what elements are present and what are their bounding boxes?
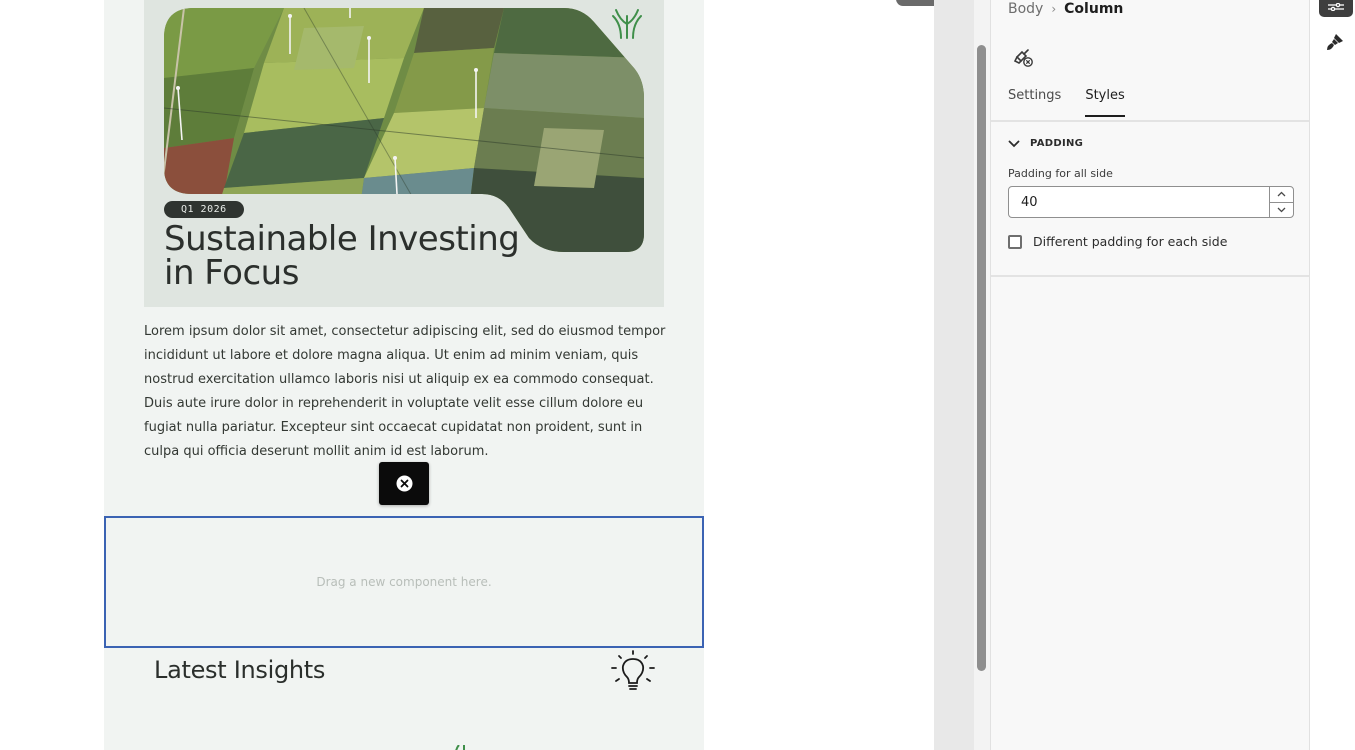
tab-styles[interactable]: Styles	[1085, 88, 1125, 117]
editor-canvas: Q1 2026 Sustainable Investing in Focus L…	[0, 0, 948, 750]
right-rail	[1311, 0, 1355, 750]
padding-field-label: Padding for all side	[1008, 167, 1113, 180]
breadcrumb-column: Column	[1064, 1, 1124, 17]
rail-properties-button[interactable]	[1319, 0, 1353, 17]
remove-component-button[interactable]	[379, 462, 429, 505]
breadcrumb-body[interactable]: Body	[1008, 1, 1043, 17]
tabs-divider	[991, 120, 1309, 122]
panel-tabs: Settings Styles	[1008, 88, 1125, 117]
chevron-down-small-icon	[1277, 207, 1286, 213]
wheat-logo-partial-icon	[455, 745, 465, 750]
wheat-logo-icon	[612, 9, 642, 39]
tab-settings[interactable]: Settings	[1008, 88, 1061, 117]
hero-title-line-2: in Focus	[164, 253, 299, 293]
properties-panel: Body › Column Settings Styles PADDING Pa…	[990, 0, 1310, 750]
scrollbar-thumb[interactable]	[977, 45, 986, 671]
different-padding-option[interactable]: Different padding for each side	[1008, 234, 1227, 249]
decrement-button[interactable]	[1270, 201, 1293, 218]
section-divider	[991, 275, 1309, 277]
chevron-down-icon	[1008, 140, 1020, 147]
body-paragraph[interactable]: Lorem ipsum dolor sit amet, consectetur …	[144, 320, 669, 464]
padding-stepper	[1269, 187, 1293, 217]
quarter-tag: Q1 2026	[164, 201, 244, 218]
hero-title-line-1: Sustainable Investing	[164, 219, 520, 259]
canvas-gutter	[934, 0, 974, 750]
paint-brush-icon[interactable]	[1325, 32, 1345, 52]
different-padding-checkbox[interactable]	[1008, 234, 1022, 249]
chevron-up-icon	[1277, 191, 1286, 197]
increment-button[interactable]	[1270, 187, 1293, 202]
padding-input[interactable]	[1009, 187, 1269, 217]
breadcrumb-separator-icon: ›	[1051, 2, 1057, 16]
padding-section-header[interactable]: PADDING	[1008, 138, 1083, 149]
hero-section[interactable]: Q1 2026 Sustainable Investing in Focus	[144, 0, 664, 307]
lightbulb-icon	[611, 650, 655, 690]
insights-title[interactable]: Latest Insights	[154, 656, 325, 684]
breadcrumb: Body › Column	[1008, 1, 1123, 17]
padding-number-field	[1008, 186, 1294, 218]
brush-clear-icon[interactable]	[1013, 47, 1035, 69]
sliders-icon	[1328, 3, 1344, 11]
different-padding-label: Different padding for each side	[1033, 234, 1228, 249]
dropzone-hint: Drag a new component here.	[316, 575, 492, 589]
close-circle-icon	[396, 475, 412, 492]
hero-title: Sustainable Investing in Focus	[164, 222, 544, 290]
component-dropzone[interactable]: Drag a new component here.	[104, 516, 704, 648]
padding-section-title: PADDING	[1030, 138, 1084, 149]
